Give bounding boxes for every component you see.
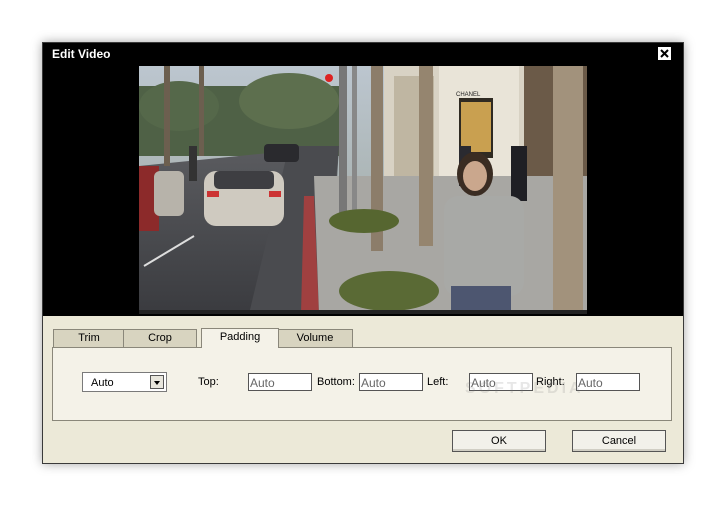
cancel-button[interactable]: Cancel	[572, 430, 666, 452]
video-frame[interactable]: CHANEL	[139, 66, 587, 314]
padding-mode-value: Auto	[91, 377, 114, 389]
tab-trim[interactable]: Trim	[53, 329, 125, 347]
storefront-sign: CHANEL	[456, 92, 481, 98]
tab-crop[interactable]: Crop	[123, 329, 197, 347]
ok-button[interactable]: OK	[452, 430, 546, 452]
close-button[interactable]	[657, 46, 672, 61]
window-title: Edit Video	[52, 47, 111, 61]
edit-video-dialog: Edit Video CHANEL Trim Crop Padding Volu…	[42, 42, 684, 464]
video-still: CHANEL	[139, 66, 587, 314]
title-bar[interactable]: Edit Video	[43, 43, 683, 65]
top-padding-field[interactable]: Auto	[248, 373, 312, 391]
bottom-label: Bottom:	[317, 376, 355, 388]
top-label: Top:	[198, 376, 219, 388]
video-preview-area: CHANEL	[43, 65, 683, 316]
options-panel: Trim Crop Padding Volume Auto Top: Auto …	[43, 316, 683, 463]
watermark: SOFTPEDIA	[465, 380, 584, 397]
padding-mode-select[interactable]: Auto	[82, 372, 167, 392]
chevron-down-icon[interactable]	[150, 375, 164, 389]
close-icon	[660, 49, 669, 58]
tab-padding[interactable]: Padding	[201, 328, 279, 348]
left-label: Left:	[427, 376, 449, 388]
tab-volume[interactable]: Volume	[277, 329, 353, 347]
padding-tab-content: Auto Top: Auto Bottom: Auto Left: Auto R…	[52, 347, 672, 421]
bottom-padding-field[interactable]: Auto	[359, 373, 423, 391]
right-padding-field[interactable]: Auto	[576, 373, 640, 391]
